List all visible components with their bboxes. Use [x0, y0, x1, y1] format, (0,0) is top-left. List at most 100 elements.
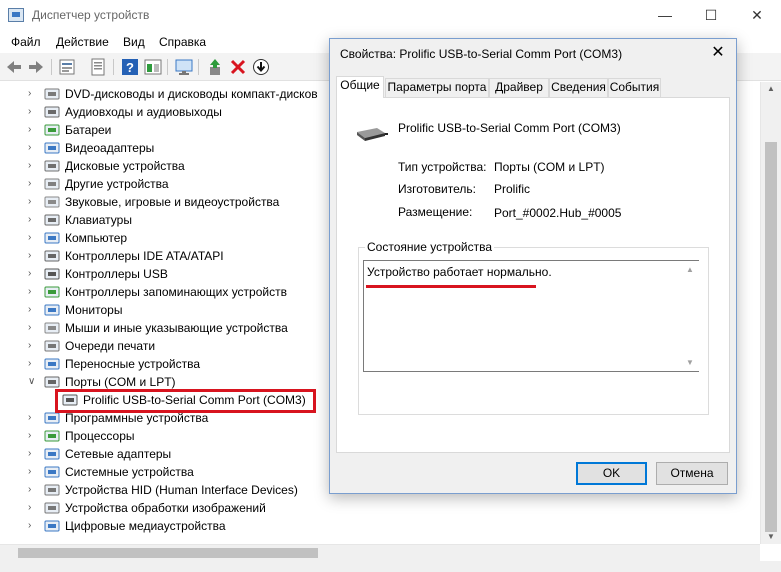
- processor-icon: [44, 429, 60, 443]
- tab-port-settings[interactable]: Параметры порта: [385, 78, 489, 97]
- vertical-scrollbar[interactable]: ▲ ▼: [760, 82, 781, 544]
- tab-details[interactable]: Сведения: [549, 78, 608, 97]
- chevron-right-icon[interactable]: ›: [28, 250, 38, 262]
- scroll-down-icon[interactable]: ▼: [766, 532, 776, 541]
- ok-button[interactable]: OK: [576, 462, 647, 485]
- dialog-close-button[interactable]: ✕: [700, 39, 736, 67]
- chevron-right-icon[interactable]: ›: [28, 214, 38, 226]
- manufacturer-value: Prolific: [494, 182, 531, 196]
- menu-action[interactable]: Действие: [56, 35, 109, 49]
- maximize-button[interactable]: ☐: [688, 0, 734, 31]
- forward-arrow-icon[interactable]: [27, 58, 45, 76]
- status-scrollbar[interactable]: ▲ ▼: [682, 261, 699, 371]
- tree-category-item[interactable]: › Устройства HID (Human Interface Devices…: [0, 481, 330, 499]
- tree-category-item[interactable]: › Цифровые медиаустройства: [0, 517, 330, 535]
- svg-text:?: ?: [126, 60, 134, 75]
- tab-driver[interactable]: Драйвер: [489, 78, 549, 97]
- tree-category-item[interactable]: › Устройства обработки изображений: [0, 499, 330, 517]
- audio-icon: [44, 105, 60, 119]
- tree-category-item[interactable]: › Видеоадаптеры: [0, 139, 330, 157]
- location-value: Port_#0002.Hub_#0005: [494, 206, 622, 220]
- imaging-icon: [44, 501, 60, 515]
- horizontal-scroll-thumb[interactable]: [18, 548, 318, 558]
- portable-icon: [44, 357, 60, 371]
- window-title: Диспетчер устройств: [32, 8, 150, 22]
- chevron-right-icon[interactable]: ›: [28, 124, 38, 136]
- scroll-thumb[interactable]: [765, 142, 777, 532]
- monitor-icon[interactable]: [175, 58, 193, 76]
- back-arrow-icon[interactable]: [5, 58, 23, 76]
- chevron-right-icon[interactable]: ›: [28, 304, 38, 316]
- dvd-icon: [44, 87, 60, 101]
- chevron-right-icon[interactable]: ›: [28, 88, 38, 100]
- device-status-group: Состояние устройства Устройство работает…: [358, 240, 709, 415]
- uninstall-icon[interactable]: [229, 58, 247, 76]
- network-icon: [44, 447, 60, 461]
- cancel-button[interactable]: Отмена: [656, 462, 728, 485]
- chevron-right-icon[interactable]: ›: [28, 358, 38, 370]
- device-status-textbox[interactable]: Устройство работает нормально. ▲ ▼: [363, 260, 699, 372]
- close-button[interactable]: ✕: [734, 0, 780, 31]
- chevron-right-icon[interactable]: ›: [28, 520, 38, 532]
- port-icon: [44, 375, 60, 389]
- menu-view[interactable]: Вид: [123, 35, 145, 49]
- tab-events[interactable]: События: [608, 78, 661, 97]
- tree-category-item[interactable]: › Системные устройства: [0, 463, 330, 481]
- tree-category-item[interactable]: › Мыши и иные указывающие устройства: [0, 319, 330, 337]
- tree-category-item[interactable]: › Контроллеры USB: [0, 265, 330, 283]
- tree-category-item[interactable]: › Сетевые адаптеры: [0, 445, 330, 463]
- tree-category-item[interactable]: › Мониторы: [0, 301, 330, 319]
- download-icon[interactable]: [252, 58, 270, 76]
- tree-item-label: Очереди печати: [65, 339, 156, 353]
- keyboard-icon: [44, 213, 60, 227]
- chevron-right-icon[interactable]: ›: [28, 322, 38, 334]
- tree-category-item[interactable]: › Клавиатуры: [0, 211, 330, 229]
- tree-category-item[interactable]: › Компьютер: [0, 229, 330, 247]
- chevron-right-icon[interactable]: ›: [28, 268, 38, 280]
- tree-category-item[interactable]: › Процессоры: [0, 427, 330, 445]
- chevron-right-icon[interactable]: ›: [28, 106, 38, 118]
- chevron-right-icon[interactable]: ›: [28, 430, 38, 442]
- help-icon[interactable]: ?: [121, 58, 139, 76]
- chevron-up-icon[interactable]: ▲: [686, 265, 694, 274]
- tree-category-item[interactable]: › Очереди печати: [0, 337, 330, 355]
- chevron-down-icon[interactable]: ∨: [28, 376, 38, 388]
- horizontal-scrollbar[interactable]: [0, 544, 760, 561]
- software-device-icon: [44, 411, 60, 425]
- chevron-right-icon[interactable]: ›: [28, 484, 38, 496]
- tab-general[interactable]: Общие: [336, 76, 384, 98]
- tree-category-item[interactable]: › Переносные устройства: [0, 355, 330, 373]
- chevron-right-icon[interactable]: ›: [28, 466, 38, 478]
- chevron-right-icon[interactable]: ›: [28, 412, 38, 424]
- chevron-right-icon[interactable]: ›: [28, 196, 38, 208]
- chevron-right-icon[interactable]: ›: [28, 178, 38, 190]
- monitor-icon: [44, 303, 60, 317]
- tree-category-item[interactable]: › Батареи: [0, 121, 330, 139]
- tree-category-item[interactable]: › DVD-дисководы и дисководы компакт-диско…: [0, 85, 330, 103]
- tree-category-item[interactable]: › Дисковые устройства: [0, 157, 330, 175]
- device-type-label: Тип устройства:: [398, 160, 487, 174]
- tree-category-item[interactable]: › Контроллеры запоминающих устройств: [0, 283, 330, 301]
- tree-category-item[interactable]: › Аудиовходы и аудиовыходы: [0, 103, 330, 121]
- chevron-right-icon[interactable]: ›: [28, 340, 38, 352]
- tree-category-item[interactable]: › Звуковые, игровые и видеоустройства: [0, 193, 330, 211]
- tree-category-item[interactable]: › Другие устройства: [0, 175, 330, 193]
- list-icon[interactable]: [89, 58, 107, 76]
- chevron-right-icon[interactable]: ›: [28, 286, 38, 298]
- chevron-right-icon[interactable]: ›: [28, 502, 38, 514]
- chevron-right-icon[interactable]: ›: [28, 160, 38, 172]
- minimize-button[interactable]: —: [642, 0, 688, 31]
- chevron-right-icon[interactable]: ›: [28, 232, 38, 244]
- view-icon[interactable]: [144, 58, 162, 76]
- ide-icon: [44, 249, 60, 263]
- chevron-right-icon[interactable]: ›: [28, 142, 38, 154]
- update-driver-icon[interactable]: [206, 58, 224, 76]
- properties-icon[interactable]: [58, 58, 76, 76]
- chevron-right-icon[interactable]: ›: [28, 448, 38, 460]
- battery-icon: [44, 123, 60, 137]
- tree-category-item[interactable]: › Контроллеры IDE ATA/ATAPI: [0, 247, 330, 265]
- menu-file[interactable]: Файл: [11, 35, 41, 49]
- chevron-down-icon[interactable]: ▼: [686, 358, 694, 367]
- scroll-up-icon[interactable]: ▲: [766, 84, 776, 93]
- menu-help[interactable]: Справка: [159, 35, 206, 49]
